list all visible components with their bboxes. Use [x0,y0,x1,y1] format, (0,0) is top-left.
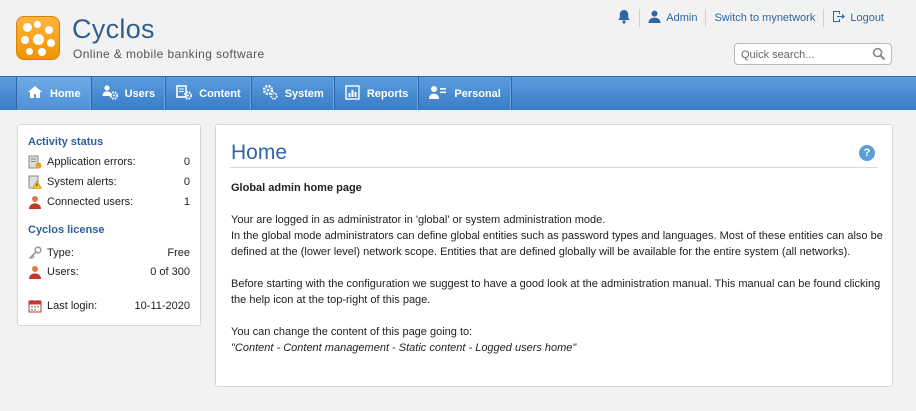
application-errors-icon [28,155,42,169]
last-login-row: Last login: 10-11-2020 [28,298,190,314]
nav-item-reports[interactable]: Reports [335,77,420,110]
license-users-row: Users: 0 of 300 [28,264,190,280]
connected-users-value: 1 [183,196,190,208]
admin-user-link[interactable]: Admin [640,9,705,27]
system-gear-icon [262,84,278,103]
app-subtitle: Online & mobile banking software [73,47,265,61]
content-paragraph-1-line-2: In the global mode administrators can de… [231,230,883,258]
top-links: Admin Switch to mynetwork Logout [609,9,892,27]
logout-label: Logout [850,12,884,24]
home-page-content: Global admin home page Your are logged i… [231,180,883,356]
license-type-value: Free [167,247,190,259]
license-type-label: Type: [47,247,74,259]
license-type-row: Type: Free [28,245,190,261]
system-alerts-row: System alerts: 0 [28,174,190,190]
last-login-label: Last login: [47,300,98,312]
user-icon [648,10,661,26]
cyclos-license-heading: Cyclos license [28,224,105,236]
nav-item-personal[interactable]: Personal [419,77,512,110]
content-gear-icon [176,84,193,103]
cyclos-logo-icon[interactable] [16,16,60,60]
header: Cyclos Online & mobile banking software … [0,0,916,76]
home-icon [27,85,43,102]
sidebar-status-panel: Activity status Application errors: 0 Sy… [17,124,201,326]
connected-users-label: Connected users: [47,196,134,208]
app-title[interactable]: Cyclos [72,14,155,45]
application-errors-value: 0 [183,156,190,168]
main-nav: Home Users Content System Reports Person… [0,76,916,110]
search-icon[interactable] [872,47,886,64]
key-icon [28,246,42,260]
reports-icon [345,84,360,103]
application-errors-row: Application errors: 0 [28,154,190,170]
system-alerts-label: System alerts: [47,176,117,188]
nav-item-system[interactable]: System [252,77,335,110]
switch-network-label: Switch to mynetwork [714,12,816,24]
calendar-icon [28,299,42,313]
system-alerts-value: 0 [183,176,190,188]
personal-icon [429,85,447,102]
title-divider [230,167,878,168]
content-paragraph-1-line-1: Your are logged in as administrator in '… [231,214,606,226]
nav-label-users: Users [124,87,156,100]
help-icon[interactable]: ? [859,145,875,161]
notifications-button[interactable] [609,9,639,27]
content-paragraph-2: Before starting with the configuration w… [231,278,881,306]
license-users-label: Users: [47,266,79,278]
content-heading: Global admin home page [231,182,362,194]
nav-item-home[interactable]: Home [16,77,92,110]
nav-label-reports: Reports [366,87,409,100]
license-users-value: 0 of 300 [150,266,190,278]
nav-item-users[interactable]: Users [92,77,167,110]
quick-search-input[interactable] [741,47,867,62]
bell-icon [617,9,631,27]
switch-network-link[interactable]: Switch to mynetwork [706,9,823,27]
user-icon [28,195,42,209]
alert-icon [28,175,43,189]
admin-user-label: Admin [666,12,698,24]
connected-users-row: Connected users: 1 [28,194,190,210]
nav-label-home: Home [50,87,81,100]
nav-label-system: System [284,87,324,100]
users-gear-icon [102,84,118,103]
nav-label-personal: Personal [454,87,501,100]
activity-status-heading: Activity status [28,136,104,148]
nav-label-content: Content [199,87,241,100]
content-static-path: "Content - Content management - Static c… [231,342,577,354]
page-title: Home [231,141,288,164]
last-login-value: 10-11-2020 [134,300,190,312]
nav-item-content[interactable]: Content [166,77,252,110]
user-icon [28,265,42,279]
application-errors-label: Application errors: [47,156,136,168]
logout-link[interactable]: Logout [824,9,892,27]
content-paragraph-3: You can change the content of this page … [231,326,473,338]
logout-icon [832,10,846,26]
quick-search [734,43,892,65]
main-content-panel: Home ? Global admin home page Your are l… [215,124,893,387]
